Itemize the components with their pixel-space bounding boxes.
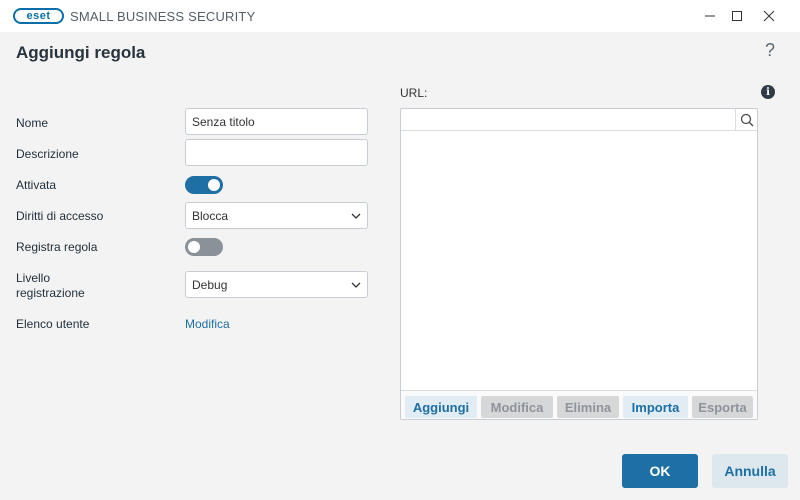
user-list-edit-link[interactable]: Modifica bbox=[185, 317, 230, 331]
url-label: URL: bbox=[400, 86, 428, 100]
name-field[interactable]: Senza titolo bbox=[185, 108, 368, 135]
help-icon[interactable]: ? bbox=[760, 40, 780, 61]
log-level-label-line2: registrazione bbox=[16, 286, 85, 300]
description-field[interactable] bbox=[185, 139, 368, 166]
search-icon bbox=[740, 113, 753, 127]
close-button[interactable] bbox=[757, 4, 781, 28]
url-delete-button[interactable]: Elimina bbox=[557, 396, 619, 418]
url-list[interactable] bbox=[401, 132, 757, 390]
minimize-button[interactable] bbox=[698, 4, 722, 28]
user-list-label: Elenco utente bbox=[16, 317, 90, 331]
url-export-button[interactable]: Esporta bbox=[692, 396, 753, 418]
url-search-input[interactable] bbox=[401, 109, 757, 131]
url-edit-button[interactable]: Modifica bbox=[481, 396, 553, 418]
log-level-label-line1: Livello bbox=[16, 271, 51, 285]
maximize-button[interactable] bbox=[725, 4, 749, 28]
enabled-label: Attivata bbox=[16, 178, 57, 192]
log-level-label: Livello registrazione bbox=[16, 271, 85, 301]
url-import-button[interactable]: Importa bbox=[623, 396, 688, 418]
log-level-select[interactable]: Debug bbox=[185, 271, 368, 298]
ok-button[interactable]: OK bbox=[622, 454, 698, 488]
eset-logo: eset bbox=[13, 8, 64, 24]
chevron-down-icon bbox=[351, 213, 361, 219]
logo-text: eset bbox=[26, 10, 51, 22]
url-actions-bar: Aggiungi Modifica Elimina Importa Esport… bbox=[401, 390, 757, 419]
toggle-knob bbox=[188, 241, 200, 253]
app-title: SMALL BUSINESS SECURITY bbox=[70, 9, 256, 24]
enabled-toggle[interactable] bbox=[185, 176, 223, 194]
log-rule-toggle[interactable] bbox=[185, 238, 223, 256]
access-rights-label: Diritti di accesso bbox=[16, 209, 104, 223]
info-icon[interactable]: i bbox=[761, 85, 775, 99]
page-title: Aggiungi regola bbox=[16, 43, 146, 62]
url-add-button[interactable]: Aggiungi bbox=[405, 396, 477, 418]
name-label: Nome bbox=[16, 116, 49, 130]
chevron-down-icon bbox=[351, 282, 361, 288]
search-button[interactable] bbox=[735, 109, 757, 131]
minimize-icon bbox=[705, 15, 715, 17]
description-label: Descrizione bbox=[16, 147, 79, 161]
access-rights-value: Blocca bbox=[192, 208, 229, 223]
url-panel: Aggiungi Modifica Elimina Importa Esport… bbox=[400, 108, 758, 420]
name-field-value: Senza titolo bbox=[192, 114, 255, 129]
cancel-button[interactable]: Annulla bbox=[712, 454, 788, 488]
title-bar: eset SMALL BUSINESS SECURITY bbox=[0, 0, 800, 32]
toggle-knob bbox=[208, 179, 220, 191]
maximize-icon bbox=[732, 11, 742, 21]
access-rights-select[interactable]: Blocca bbox=[185, 202, 368, 229]
log-rule-label: Registra regola bbox=[16, 240, 98, 254]
log-level-value: Debug bbox=[192, 277, 228, 292]
close-icon bbox=[763, 10, 775, 22]
